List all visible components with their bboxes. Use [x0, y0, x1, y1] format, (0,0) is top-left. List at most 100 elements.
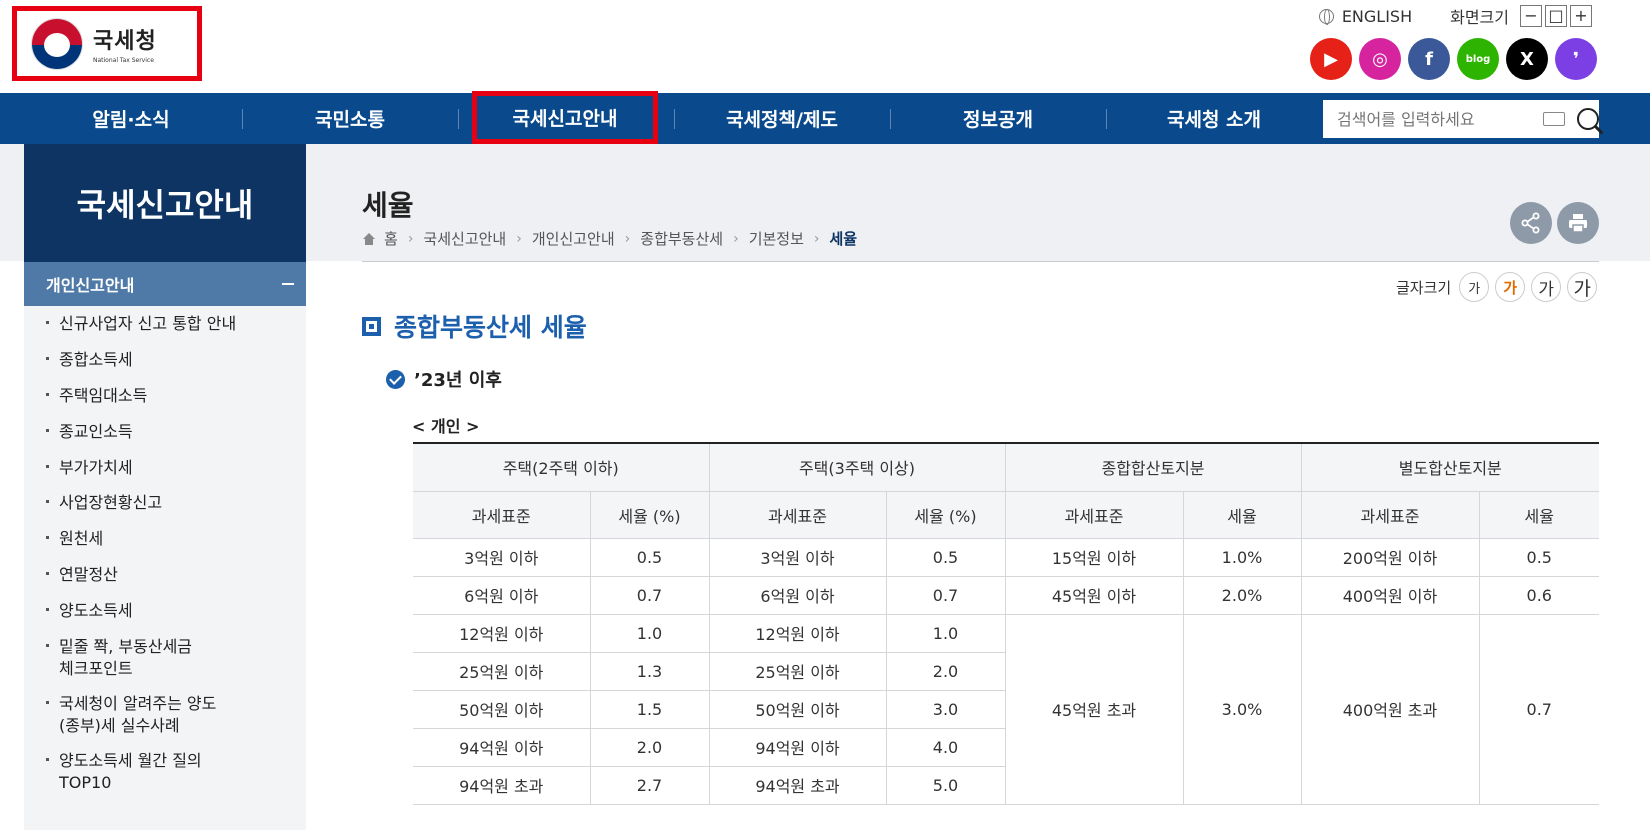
- page-title: 세율: [362, 189, 414, 222]
- table-cell: 1.0: [885, 613, 1006, 653]
- font-size-large-button[interactable]: 가: [1531, 272, 1562, 302]
- table-column-header: 세율 (%): [589, 490, 710, 539]
- font-size-medium-button[interactable]: 가: [1495, 272, 1526, 302]
- table-cell: 2.0: [589, 727, 710, 767]
- sidebar-item[interactable]: 양도소득세: [46, 600, 133, 622]
- table-cell: 3.0: [885, 689, 1005, 729]
- nav-about[interactable]: 국세청 소개: [1106, 93, 1322, 144]
- minus-icon: [282, 283, 294, 285]
- sidebar-item[interactable]: 원천세: [46, 528, 103, 550]
- table-cell: 0.7: [589, 575, 710, 615]
- breadcrumb-item[interactable]: 개인신고안내: [532, 228, 615, 249]
- breadcrumb: 홈 › 국세신고안내 › 개인신고안내 › 종합부동산세 › 기본정보 › 세율: [362, 228, 857, 249]
- blog-icon[interactable]: blog: [1457, 38, 1499, 80]
- table-cell: 400억원 초과: [1300, 613, 1480, 805]
- font-size-control: 글자크기 가 가 가 가: [1396, 272, 1598, 302]
- breadcrumb-item[interactable]: 기본정보: [749, 228, 804, 249]
- table-row: 6억원 이하 0.7 6억원 이하 0.7 45억원 이하 2.0% 400억원 이하 0.6: [413, 575, 1599, 615]
- kakao-icon[interactable]: ❜: [1555, 38, 1597, 80]
- print-button[interactable]: [1557, 202, 1599, 244]
- zoom-in-button[interactable]: +: [1570, 5, 1592, 27]
- sidebar-item[interactable]: 신규사업자 신고 통합 안내: [46, 313, 236, 335]
- zoom-out-button[interactable]: −: [1520, 5, 1542, 27]
- check-circle-icon: [386, 369, 405, 389]
- table-cell: 45억원 이하: [1004, 575, 1184, 615]
- table-cell: 94억원 초과: [413, 765, 591, 805]
- table-cell: 2.0: [885, 651, 1005, 691]
- taegeuk-logo-icon: [31, 17, 83, 70]
- nav-disclosure[interactable]: 정보공개: [890, 93, 1106, 144]
- square-bullet-icon: [362, 316, 381, 336]
- table-cell: 1.5: [589, 689, 710, 729]
- table-group-header: 종합합산토지분: [1004, 442, 1302, 492]
- chevron-right-icon: ›: [813, 230, 820, 247]
- table-cell: 50억원 이하: [413, 689, 591, 729]
- table-column-header: 세율: [1478, 490, 1599, 539]
- table-cell: 2.7: [589, 765, 710, 805]
- sidebar-item[interactable]: 주택임대소득: [46, 385, 147, 407]
- font-size-small-button[interactable]: 가: [1459, 272, 1490, 302]
- utility-bar: ENGLISH 화면크기 − □ +: [1318, 4, 1592, 28]
- keyboard-icon[interactable]: [1543, 112, 1565, 126]
- breadcrumb-item: 세율: [829, 230, 858, 248]
- sidebar-item[interactable]: 밑줄 쫙, 부동산세금 체크포인트: [46, 636, 192, 680]
- chevron-right-icon: ›: [407, 230, 414, 247]
- home-icon: [362, 232, 376, 245]
- table-column-header: 세율: [1182, 490, 1302, 539]
- sidebar-item[interactable]: 사업장현황신고: [46, 492, 162, 514]
- table-cell: 3.0%: [1182, 613, 1302, 805]
- table-row: 12억원 이하 1.0 12억원 이하 1.0 45억원 초과 3.0% 400억원 초과 0…: [413, 613, 1599, 805]
- chevron-right-icon: ›: [516, 230, 522, 247]
- table-cell: 94억원 초과: [708, 765, 887, 805]
- logo-link[interactable]: 국세청 National Tax Service: [12, 6, 202, 81]
- table-row: 3억원 이하 0.5 3억원 이하 0.5 15억원 이하 1.0% 200억원 이하 0.5: [413, 537, 1599, 577]
- table-column-header: 과세표준: [1300, 490, 1480, 539]
- nav-tax-filing[interactable]: 국세신고안내: [472, 91, 658, 144]
- table-cell: 1.3: [589, 651, 710, 691]
- search-input[interactable]: [1337, 109, 1537, 129]
- table-group-header: 주택(2주택 이하): [413, 442, 710, 492]
- table-cell: 25억원 이하: [413, 651, 591, 691]
- table-column-header: 과세표준: [708, 490, 887, 539]
- youtube-icon[interactable]: ▶: [1310, 38, 1352, 80]
- table-cell: 200억원 이하: [1300, 537, 1480, 577]
- breadcrumb-item[interactable]: 국세신고안내: [423, 228, 506, 249]
- zoom-reset-button[interactable]: □: [1545, 5, 1567, 27]
- table-cell: 0.6: [1478, 575, 1599, 615]
- logo-name-en: National Tax Service: [93, 57, 154, 64]
- nav-communication[interactable]: 국민소통: [242, 93, 458, 144]
- share-button[interactable]: [1510, 202, 1552, 244]
- sidebar-item[interactable]: 종교인소득: [46, 421, 133, 443]
- sidebar-item[interactable]: 양도소득세 월간 질의 TOP10: [46, 750, 202, 794]
- instagram-icon[interactable]: ◎: [1359, 38, 1401, 80]
- english-link[interactable]: ENGLISH: [1318, 7, 1412, 26]
- sidebar-item[interactable]: 연말정산: [46, 564, 118, 586]
- breadcrumb-item[interactable]: 종합부동산세: [640, 228, 723, 249]
- table-cell: 5.0: [885, 765, 1005, 805]
- table-column-header: 세율 (%): [885, 490, 1006, 539]
- table-cell: 3억원 이하: [413, 537, 591, 577]
- chevron-right-icon: ›: [624, 230, 631, 247]
- nav-notice[interactable]: 알림·소식: [20, 93, 242, 144]
- facebook-icon[interactable]: f: [1408, 38, 1450, 80]
- nav-policy[interactable]: 국세정책/제도: [674, 93, 890, 144]
- x-icon[interactable]: X: [1506, 38, 1548, 80]
- search-icon[interactable]: [1577, 108, 1599, 130]
- chevron-right-icon: ›: [733, 230, 739, 247]
- table-cell: 0.5: [885, 537, 1006, 577]
- sidebar-item[interactable]: 종합소득세: [46, 349, 133, 371]
- table-cell: 1.0: [589, 613, 710, 653]
- breadcrumb-item[interactable]: 홈: [384, 228, 398, 249]
- sidebar-menu: 신규사업자 신고 통합 안내종합소득세주택임대소득종교인소득부가가치세사업장현황…: [24, 306, 306, 830]
- table-cell: 6억원 이하: [413, 575, 591, 615]
- table-cell: 400억원 이하: [1300, 575, 1480, 615]
- font-size-xlarge-button[interactable]: 가: [1567, 272, 1598, 302]
- sidebar-section-toggle[interactable]: 개인신고안내: [24, 262, 306, 306]
- table-cell: 0.5: [589, 537, 710, 577]
- logo-name-ko: 국세청: [93, 29, 157, 54]
- printer-icon: [1569, 214, 1587, 233]
- sidebar-item[interactable]: 부가가치세: [46, 457, 133, 479]
- table-cell: 3억원 이하: [708, 537, 887, 577]
- section-title: 종합부동산세 세율: [362, 308, 587, 344]
- sidebar-item[interactable]: 국세청이 알려주는 양도 (종부)세 실수사례: [46, 693, 216, 737]
